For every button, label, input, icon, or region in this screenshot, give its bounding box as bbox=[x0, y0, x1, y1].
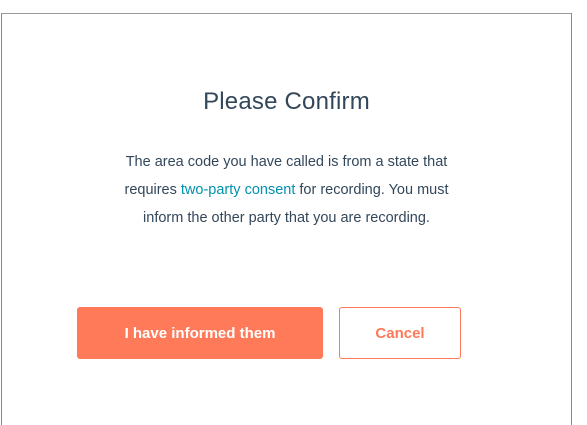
confirm-dialog: Please Confirm The area code you have ca… bbox=[1, 13, 572, 425]
message-line-1: The area code you have called is from a … bbox=[125, 154, 448, 170]
dialog-message: The area code you have called is from a … bbox=[42, 148, 531, 232]
message-line-2-suffix: for recording. You must bbox=[295, 182, 449, 198]
two-party-consent-link[interactable]: two-party consent bbox=[181, 182, 295, 198]
dialog-title: Please Confirm bbox=[203, 88, 370, 115]
message-line-2-prefix: requires bbox=[124, 182, 181, 198]
cancel-button[interactable]: Cancel bbox=[339, 307, 461, 359]
dialog-actions: I have informed them Cancel bbox=[77, 307, 461, 359]
message-line-2: requires two-party consent for recording… bbox=[42, 176, 531, 204]
informed-confirm-button[interactable]: I have informed them bbox=[77, 307, 323, 359]
message-line-3: inform the other party that you are reco… bbox=[143, 210, 430, 226]
page: Please Confirm The area code you have ca… bbox=[0, 0, 587, 425]
